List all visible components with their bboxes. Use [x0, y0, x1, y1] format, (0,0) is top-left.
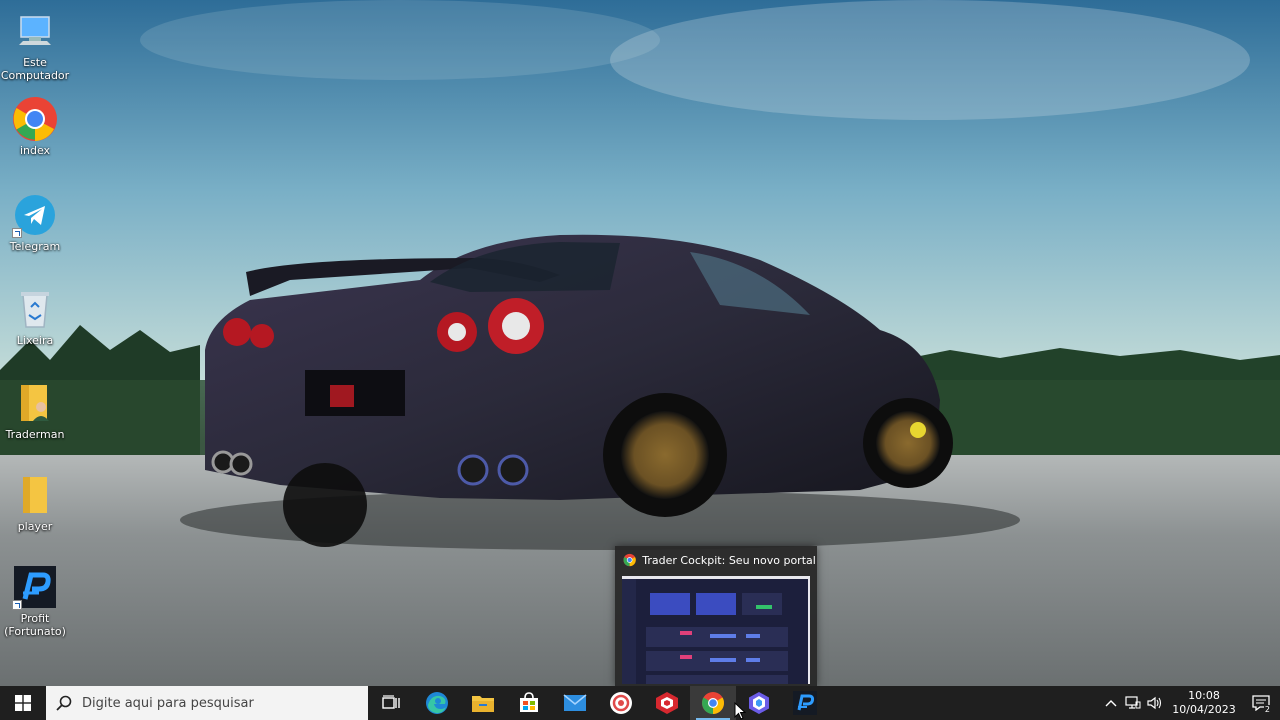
- search-input[interactable]: [80, 694, 354, 712]
- folder-icon: [472, 696, 494, 712]
- desktop-icon-label: Profit (Fortunato): [4, 612, 66, 638]
- cube-app-icon: [656, 692, 678, 714]
- search-icon: [56, 695, 72, 711]
- folder-icon: [12, 472, 58, 518]
- desktop-icon-label: player: [17, 520, 53, 533]
- taskbar-app-chrome[interactable]: [690, 686, 736, 720]
- taskbar-app-mail[interactable]: [552, 686, 598, 720]
- desktop-icon-lixeira[interactable]: Lixeira: [2, 286, 68, 347]
- network-icon[interactable]: [1122, 686, 1144, 720]
- edge-icon: [426, 692, 448, 714]
- preview-title: Trader Cockpit: Seu novo portal...: [642, 553, 817, 567]
- desktop-icon-label: index: [19, 144, 51, 157]
- shortcut-arrow-icon: [12, 228, 22, 238]
- hexagon-app-icon: [749, 692, 769, 714]
- folder-user-icon: [12, 380, 58, 426]
- clock[interactable]: 10:08 10/04/2023: [1172, 689, 1236, 717]
- desktop-icon-telegram[interactable]: Telegram: [2, 192, 68, 253]
- recycle-bin-icon: [12, 286, 58, 332]
- desktop-icon-label: Lixeira: [16, 334, 54, 347]
- mail-icon: [563, 694, 587, 711]
- desktop-icon-player[interactable]: player: [2, 472, 68, 533]
- start-button[interactable]: [0, 686, 46, 720]
- preview-thumbnail[interactable]: [622, 576, 810, 684]
- volume-icon[interactable]: [1144, 686, 1166, 720]
- desktop-icon-label: Telegram: [9, 240, 61, 253]
- clock-time: 10:08: [1188, 689, 1220, 702]
- store-icon: [520, 692, 538, 712]
- preview-title-bar: Trader Cockpit: Seu novo portal...: [615, 546, 817, 574]
- notification-center-button[interactable]: 2: [1242, 686, 1280, 720]
- system-tray: 10:08 10/04/2023 2: [1100, 686, 1280, 720]
- computer-icon: [12, 8, 58, 54]
- task-view-icon: [382, 695, 400, 709]
- taskbar-app-red-cube[interactable]: [644, 686, 690, 720]
- desktop-icon-label: Este Computador: [0, 56, 70, 82]
- circle-app-icon: [610, 692, 632, 714]
- desktop-icon-index[interactable]: index: [2, 96, 68, 157]
- taskbar-app-file-explorer[interactable]: [460, 686, 506, 720]
- desktop: Este Computador index Telegram Lixeira T…: [0, 0, 1280, 686]
- search-box[interactable]: [46, 686, 368, 720]
- chrome-icon: [702, 692, 724, 714]
- tray-chevron-up-icon[interactable]: [1100, 686, 1122, 720]
- taskbar: 10:08 10/04/2023 2: [0, 686, 1280, 720]
- windows-logo-icon: [15, 695, 31, 711]
- notification-count: 2: [1263, 705, 1271, 714]
- taskbar-app-task-view[interactable]: [368, 686, 414, 720]
- profit-icon: [12, 564, 58, 610]
- desktop-icon-label: Traderman: [5, 428, 65, 441]
- taskbar-app-edge[interactable]: [414, 686, 460, 720]
- chrome-window-preview[interactable]: Trader Cockpit: Seu novo portal...: [615, 546, 817, 686]
- chrome-icon: [623, 553, 636, 567]
- profit-icon: [793, 691, 817, 715]
- shortcut-arrow-icon: [12, 600, 22, 610]
- taskbar-app-profit[interactable]: [782, 686, 828, 720]
- desktop-icon-este-computador[interactable]: Este Computador: [0, 8, 70, 82]
- taskbar-app-red-circle[interactable]: [598, 686, 644, 720]
- mouse-cursor-icon: [734, 702, 746, 720]
- telegram-icon: [12, 192, 58, 238]
- desktop-icon-profit[interactable]: Profit (Fortunato): [2, 564, 68, 638]
- clock-date: 10/04/2023: [1172, 703, 1236, 716]
- desktop-icon-traderman[interactable]: Traderman: [2, 380, 68, 441]
- taskbar-app-store[interactable]: [506, 686, 552, 720]
- chrome-icon: [12, 96, 58, 142]
